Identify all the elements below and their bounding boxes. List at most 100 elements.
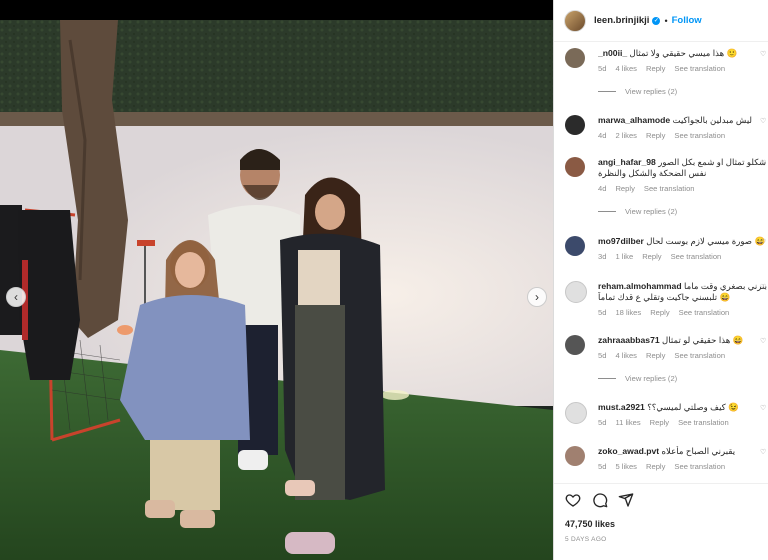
comment-meta: 5d 4 likes Reply See translation <box>598 351 734 360</box>
reply-button[interactable]: Reply <box>650 418 669 427</box>
see-translation-link[interactable]: See translation <box>671 252 722 261</box>
commenter-avatar[interactable] <box>565 281 587 303</box>
commenter-avatar[interactable] <box>565 115 585 135</box>
comment-text: هذا حقيقي لو تمثال 😄 <box>662 335 744 345</box>
comment-like-icon[interactable]: ♡ <box>760 283 766 291</box>
reply-button[interactable]: Reply <box>646 131 665 140</box>
comment-icon[interactable] <box>592 492 608 508</box>
author-username[interactable]: leen.brinjikji <box>594 15 649 26</box>
comment-meta: 4d Reply See translation <box>598 184 704 193</box>
commenter-username[interactable]: reham.almohammad <box>598 281 682 291</box>
commenter-avatar[interactable] <box>565 402 587 424</box>
comment-like-count[interactable]: 2 likes <box>615 131 637 140</box>
comment-like-count[interactable]: 18 likes <box>615 308 641 317</box>
comment-like-icon[interactable]: ♡ <box>760 448 766 456</box>
comment-text: ليش مبدلين بالجواكيت <box>672 115 753 125</box>
comment-age: 5d <box>598 351 607 360</box>
view-replies-button[interactable]: View replies (2) <box>598 87 677 96</box>
commenter-username[interactable]: zoko_awad.pvt <box>598 446 659 456</box>
see-translation-link[interactable]: See translation <box>674 462 725 471</box>
comment-text-continued: تلبسني جاكيت وتقلي ع قدك تماماً 😄 <box>598 292 731 302</box>
replies-divider <box>598 91 616 92</box>
commenter-avatar[interactable] <box>565 157 585 177</box>
next-image-button[interactable]: › <box>527 287 547 307</box>
reply-button[interactable]: Reply <box>615 184 634 193</box>
see-translation-link[interactable]: See translation <box>678 418 729 427</box>
comment-meta: 5d 18 likes Reply See translation <box>598 308 738 317</box>
comment-like-count[interactable]: 4 likes <box>615 64 637 73</box>
comment-meta: 5d 5 likes Reply See translation <box>598 462 734 471</box>
replies-divider <box>598 211 616 212</box>
comment-text-line: reham.almohammad بنرني بصغري وقت ماما <box>598 281 768 292</box>
comment-like-icon[interactable]: ♡ <box>760 159 766 167</box>
reply-button[interactable]: Reply <box>646 64 665 73</box>
commenter-username[interactable]: zahraaabbas71 <box>598 335 660 345</box>
commenter-username[interactable]: marwa_alhamode <box>598 115 670 125</box>
author-avatar[interactable] <box>564 9 586 32</box>
comment-like-count[interactable]: 5 likes <box>615 462 637 471</box>
see-translation-link[interactable]: See translation <box>644 184 695 193</box>
post-photo: ‹ › <box>0 20 553 560</box>
comment-meta: 5d 4 likes Reply See translation <box>598 64 734 73</box>
see-translation-link[interactable]: See translation <box>674 351 725 360</box>
comment-text-continued: نفس الضحكة والشكل والنظرة <box>598 168 707 178</box>
post-date: 5 DAYS AGO <box>565 536 607 543</box>
comment-like-icon[interactable]: ♡ <box>760 337 766 345</box>
post-side-panel: leen.brinjikji ✓ • Follow _n00ii_ هذا مي… <box>553 0 768 560</box>
likes-count[interactable]: 47,750 likes <box>565 519 615 529</box>
separator-dot: • <box>664 15 668 26</box>
chevron-right-icon: › <box>535 290 539 304</box>
comment-like-count[interactable]: 4 likes <box>615 351 637 360</box>
comment-text-line: zoko_awad.pvt يقبرني الصباح مأعلاه <box>598 446 768 457</box>
commenter-avatar[interactable] <box>565 236 585 256</box>
chevron-left-icon: ‹ <box>14 290 18 304</box>
comment-text: يقبرني الصباح مأعلاه <box>661 446 736 456</box>
see-translation-link[interactable]: See translation <box>679 308 730 317</box>
reply-button[interactable]: Reply <box>650 308 669 317</box>
follow-button[interactable]: Follow <box>672 15 702 26</box>
commenter-username[interactable]: mo97dilber <box>598 236 644 246</box>
comment-text-line: zahraaabbas71 هذا حقيقي لو تمثال 😄 <box>598 335 768 346</box>
photo-illustration <box>0 20 553 560</box>
comment-age: 4d <box>598 131 607 140</box>
comment-like-count[interactable]: 1 like <box>615 252 633 261</box>
commenter-avatar[interactable] <box>565 335 585 355</box>
comment-age: 5d <box>598 64 607 73</box>
reply-button[interactable]: Reply <box>646 462 665 471</box>
commenter-username[interactable]: angi_hafar_98 <box>598 157 656 167</box>
comment-age: 5d <box>598 462 607 471</box>
comment-text: صورة ميسي لازم بوست لحال 😄 <box>646 236 766 246</box>
see-translation-link[interactable]: See translation <box>674 64 725 73</box>
comment-text-line: must.a2921 كيف وصلتي لميسي؟؟ 😉 <box>598 402 768 413</box>
comment-like-icon[interactable]: ♡ <box>760 50 766 58</box>
comment-age: 5d <box>598 418 607 427</box>
commenter-avatar[interactable] <box>565 446 585 466</box>
see-translation-link[interactable]: See translation <box>674 131 725 140</box>
action-bar <box>554 483 768 514</box>
verified-badge-icon: ✓ <box>652 16 661 25</box>
comment-like-count[interactable]: 11 likes <box>615 418 640 427</box>
view-replies-label: View replies (2) <box>625 87 678 96</box>
view-replies-label: View replies (2) <box>625 374 678 383</box>
reply-button[interactable]: Reply <box>642 252 661 261</box>
comment-like-icon[interactable]: ♡ <box>760 238 766 246</box>
heart-icon[interactable] <box>565 492 581 508</box>
comment-text: هذا ميسي حقيقي ولا تمثال 🙂 <box>629 48 738 58</box>
comment-meta: 3d 1 like Reply See translation <box>598 252 730 261</box>
comment-age: 5d <box>598 308 607 317</box>
share-icon[interactable] <box>618 492 634 508</box>
comment-like-icon[interactable]: ♡ <box>760 117 766 125</box>
reply-button[interactable]: Reply <box>646 351 665 360</box>
view-replies-button[interactable]: View replies (2) <box>598 374 677 383</box>
comment-text-line: _n00ii_ هذا ميسي حقيقي ولا تمثال 🙂 <box>598 48 768 59</box>
previous-image-button[interactable]: ‹ <box>6 287 26 307</box>
view-replies-button[interactable]: View replies (2) <box>598 207 677 216</box>
comment-text: بنرني بصغري وقت ماما <box>683 281 768 291</box>
comment-text-line: marwa_alhamode ليش مبدلين بالجواكيت <box>598 115 768 126</box>
commenter-avatar[interactable] <box>565 48 585 68</box>
commenter-username[interactable]: must.a2921 <box>598 402 645 412</box>
comment-meta: 5d 11 likes Reply See translation <box>598 418 738 427</box>
comment-like-icon[interactable]: ♡ <box>760 404 766 412</box>
commenter-username[interactable]: _n00ii_ <box>598 48 627 58</box>
comment-text: شكلو تمثال او شمع بكل الصور <box>658 157 767 167</box>
